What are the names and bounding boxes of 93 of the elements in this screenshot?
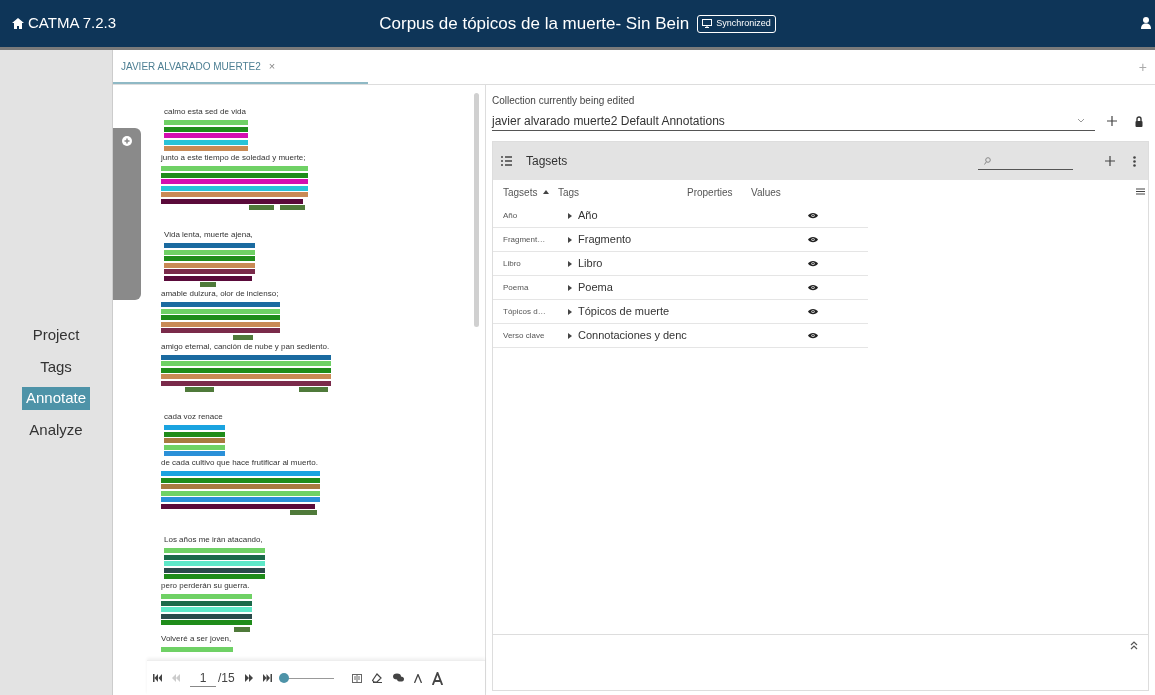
document-line[interactable]: calmo esta sed de vida bbox=[164, 107, 248, 117]
annotation-bar[interactable] bbox=[164, 275, 253, 281]
column-header[interactable]: Tagsets bbox=[503, 184, 538, 200]
table-cell-text: Año bbox=[502, 209, 519, 222]
document-line[interactable]: de cada cultivo que hace frutificar al muerto. bbox=[161, 458, 320, 468]
columns-icon[interactable] bbox=[351, 673, 362, 683]
expand-arrow-icon[interactable] bbox=[568, 332, 572, 339]
app-name[interactable]: CATMA 7.2.3 bbox=[28, 12, 117, 35]
menu-icon[interactable] bbox=[1136, 188, 1145, 195]
slider-thumb[interactable] bbox=[279, 673, 290, 683]
page-field[interactable]: 1 bbox=[190, 669, 216, 687]
table-cell-text: Tópicos d… bbox=[502, 305, 547, 318]
home-icon[interactable] bbox=[12, 18, 24, 29]
user-icon[interactable] bbox=[1141, 17, 1151, 29]
add-icon[interactable] bbox=[1107, 116, 1117, 126]
annotation-bar[interactable] bbox=[161, 503, 316, 509]
annotation-bar[interactable] bbox=[161, 613, 252, 619]
search-icon bbox=[984, 156, 991, 165]
annotation-bar[interactable] bbox=[161, 198, 304, 204]
tag-name[interactable]: Connotaciones y denc bbox=[578, 327, 687, 344]
table-cell-text: Verso clave bbox=[502, 329, 546, 342]
panel-title: Tagsets bbox=[526, 153, 569, 170]
tag-name[interactable]: Poema bbox=[578, 279, 613, 296]
eye-icon[interactable] bbox=[808, 332, 818, 339]
nav-item[interactable]: Analyze bbox=[25, 418, 87, 441]
eye-icon[interactable] bbox=[808, 260, 818, 267]
sync-badge: Synchronized bbox=[697, 14, 776, 33]
annotation-mark[interactable] bbox=[298, 387, 328, 392]
column-header[interactable]: Properties bbox=[687, 184, 751, 200]
document-line[interactable]: amable dulzura, olor de incienso; bbox=[161, 289, 281, 299]
first-page-icon[interactable] bbox=[153, 674, 162, 682]
lock-icon[interactable] bbox=[1135, 115, 1143, 127]
eye-icon[interactable] bbox=[808, 212, 818, 219]
more-icon[interactable] bbox=[1133, 155, 1136, 167]
expand-arrow-icon[interactable] bbox=[568, 212, 572, 219]
tag-name[interactable]: Año bbox=[578, 207, 598, 224]
font-small-icon[interactable] bbox=[413, 673, 422, 683]
collection-select[interactable]: javier alvarado muerte2 Default Annotations bbox=[492, 111, 1095, 131]
document-tab[interactable]: JAVIER ALVARADO MUERTE2 × bbox=[113, 50, 368, 84]
annotation-mark[interactable] bbox=[232, 334, 253, 340]
add-icon[interactable] bbox=[122, 136, 132, 146]
monitor-icon bbox=[702, 19, 713, 28]
expand-arrow-icon[interactable] bbox=[568, 284, 572, 291]
annotation-bar[interactable] bbox=[161, 354, 332, 360]
eye-icon[interactable] bbox=[808, 284, 818, 291]
table-cell-text: Fragment… bbox=[502, 233, 547, 246]
tag-name[interactable]: Tópicos de muerte bbox=[578, 303, 670, 320]
tag-name[interactable]: Libro bbox=[578, 255, 603, 272]
eye-icon[interactable] bbox=[808, 308, 818, 315]
font-large-icon[interactable] bbox=[431, 671, 443, 685]
annotation-mark[interactable] bbox=[289, 510, 317, 515]
document-line[interactable]: pero perderán su guerra. bbox=[161, 581, 252, 591]
table-cell-text: Libro bbox=[502, 257, 522, 270]
drawer-handle[interactable] bbox=[113, 128, 141, 300]
eraser-icon[interactable] bbox=[371, 673, 383, 683]
document-line[interactable]: Vida lenta, muerte ajena, bbox=[164, 230, 255, 240]
tag-name[interactable]: Fragmento bbox=[578, 231, 632, 248]
page-total: /15 bbox=[218, 670, 235, 687]
close-icon[interactable]: × bbox=[268, 57, 276, 75]
zoom-slider[interactable] bbox=[281, 673, 334, 683]
document-line[interactable]: cada voz renace bbox=[164, 412, 225, 422]
expand-arrow-icon[interactable] bbox=[568, 260, 572, 267]
annotation-bar[interactable] bbox=[161, 380, 332, 386]
annotation-mark[interactable] bbox=[184, 387, 214, 392]
document-line[interactable]: Volveré a ser joven, bbox=[161, 633, 234, 644]
column-header[interactable]: Tags bbox=[558, 184, 687, 200]
table-cell-text: Poema bbox=[502, 281, 530, 294]
double-chevron-up-icon[interactable] bbox=[1130, 641, 1138, 650]
sort-up-icon[interactable] bbox=[543, 190, 550, 194]
expand-arrow-icon[interactable] bbox=[568, 236, 572, 243]
scrollbar[interactable] bbox=[474, 93, 479, 327]
list-icon bbox=[501, 156, 512, 166]
annotation-bar[interactable] bbox=[164, 554, 265, 560]
document-line[interactable]: Los años me irán atacando, bbox=[164, 535, 265, 545]
annotation-mark[interactable] bbox=[248, 205, 274, 210]
eye-icon[interactable] bbox=[808, 236, 818, 243]
collection-label: Collection currently being edited bbox=[492, 94, 636, 108]
chevron-down-icon bbox=[1077, 118, 1085, 123]
annotation-bar[interactable] bbox=[161, 600, 252, 606]
project-title: Corpus de tópicos de la muerte- Sin Bein bbox=[379, 12, 690, 35]
column-header[interactable]: Values bbox=[751, 184, 811, 200]
annotation-mark[interactable] bbox=[234, 626, 250, 632]
next-page-icon[interactable] bbox=[244, 674, 253, 682]
annotation-mark[interactable] bbox=[279, 205, 305, 210]
add-icon[interactable] bbox=[1105, 156, 1115, 166]
annotation-bar[interactable] bbox=[164, 567, 265, 573]
expand-arrow-icon[interactable] bbox=[568, 308, 572, 315]
document-line[interactable]: amigo eternal, canción de nube y pan sediento. bbox=[161, 341, 332, 352]
comments-icon[interactable] bbox=[392, 673, 404, 683]
document-line[interactable]: junto a este tiempo de soledad y muerte; bbox=[161, 153, 308, 163]
nav-item[interactable]: Project bbox=[28, 324, 84, 347]
last-page-icon[interactable] bbox=[262, 674, 272, 682]
nav-item[interactable]: Tags bbox=[36, 355, 76, 378]
